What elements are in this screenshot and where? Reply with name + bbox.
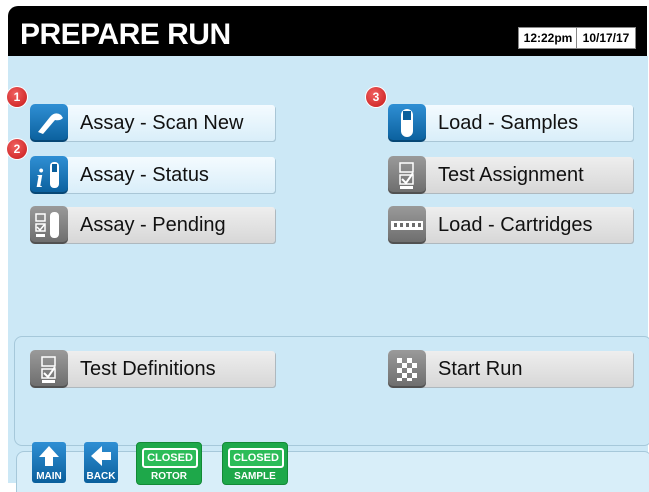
sample-status: CLOSED bbox=[228, 448, 284, 468]
rotor-label: ROTOR bbox=[151, 471, 187, 482]
clock-date: 10/17/17 bbox=[576, 27, 636, 49]
title-bar: PREPARE RUN 12:22pm 10/17/17 bbox=[8, 6, 647, 56]
sample-status-button[interactable]: CLOSED SAMPLE bbox=[222, 442, 288, 485]
cartridge-icon bbox=[388, 206, 426, 244]
assay-status-label: Assay - Status bbox=[80, 164, 209, 186]
test-assignment-label: Test Assignment bbox=[438, 164, 584, 186]
assay-pending-button[interactable]: Assay - Pending bbox=[30, 206, 275, 244]
content-area: Assay - Scan New i Assay - Status Assay … bbox=[8, 56, 649, 492]
start-run-label: Start Run bbox=[438, 358, 523, 380]
load-samples-label: Load - Samples bbox=[438, 112, 579, 134]
assay-scan-new-label: Assay - Scan New bbox=[80, 112, 244, 134]
prepare-run-screen: PREPARE RUN 12:22pm 10/17/17 Assay - Sca… bbox=[0, 0, 649, 492]
step-badge-3: 3 bbox=[366, 87, 386, 107]
rotor-status-button[interactable]: CLOSED ROTOR bbox=[136, 442, 202, 485]
back-button[interactable]: BACK bbox=[84, 442, 118, 483]
back-arrow-icon bbox=[91, 446, 111, 466]
checklist-tube-icon bbox=[30, 206, 68, 244]
checklist-icon bbox=[388, 156, 426, 194]
up-arrow-icon bbox=[39, 446, 59, 466]
scanner-icon bbox=[30, 104, 68, 142]
test-definitions-label: Test Definitions bbox=[80, 358, 216, 380]
info-tube-icon: i bbox=[30, 156, 68, 194]
rotor-status: CLOSED bbox=[142, 448, 198, 468]
step-badge-2: 2 bbox=[7, 139, 27, 159]
checklist-icon bbox=[30, 350, 68, 388]
checkered-flag-icon bbox=[388, 350, 426, 388]
sample-tube-icon bbox=[388, 104, 426, 142]
test-assignment-button[interactable]: Test Assignment bbox=[388, 156, 633, 194]
main-label: MAIN bbox=[36, 471, 62, 482]
sample-label: SAMPLE bbox=[234, 471, 276, 482]
assay-pending-label: Assay - Pending bbox=[80, 214, 226, 236]
main-button[interactable]: MAIN bbox=[32, 442, 66, 483]
back-label: BACK bbox=[86, 471, 116, 482]
test-definitions-button[interactable]: Test Definitions bbox=[30, 350, 275, 388]
load-samples-button[interactable]: Load - Samples bbox=[388, 104, 633, 142]
page-title: PREPARE RUN bbox=[20, 18, 231, 51]
svg-text:i: i bbox=[36, 164, 44, 193]
start-run-button[interactable]: Start Run bbox=[388, 350, 633, 388]
load-cartridges-label: Load - Cartridges bbox=[438, 214, 593, 236]
step-badge-1: 1 bbox=[7, 87, 27, 107]
load-cartridges-button[interactable]: Load - Cartridges bbox=[388, 206, 633, 244]
clock-time: 12:22pm bbox=[518, 27, 578, 49]
assay-scan-new-button[interactable]: Assay - Scan New bbox=[30, 104, 275, 142]
assay-status-button[interactable]: i Assay - Status bbox=[30, 156, 275, 194]
